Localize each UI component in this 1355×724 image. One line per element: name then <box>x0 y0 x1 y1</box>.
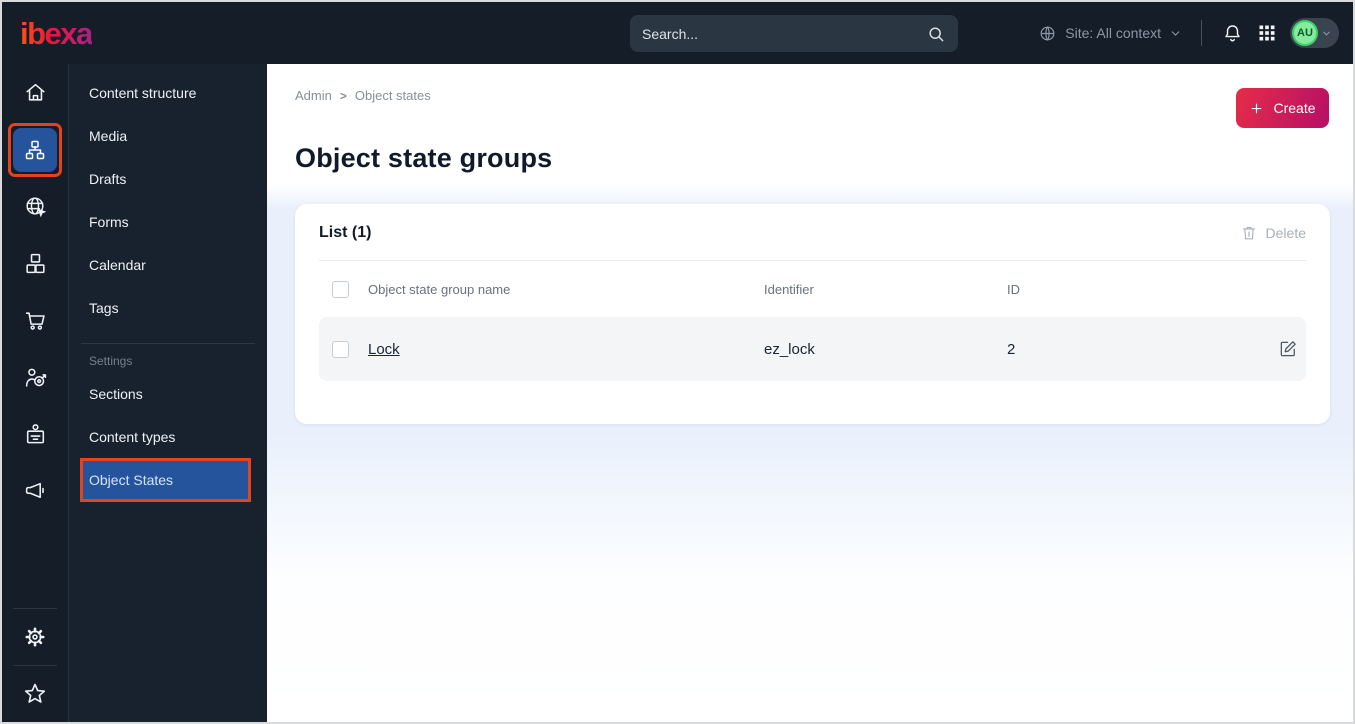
plus-icon <box>1249 101 1264 116</box>
breadcrumb: Admin > Object states <box>295 64 1330 103</box>
create-button-label: Create <box>1273 100 1316 116</box>
delete-button-label: Delete <box>1265 225 1306 241</box>
sidebar-item-bookmarks[interactable] <box>2 666 68 722</box>
breadcrumb-object-states[interactable]: Object states <box>355 88 431 103</box>
menu-item-forms[interactable]: Forms <box>69 200 267 243</box>
column-header-id: ID <box>1007 281 1020 297</box>
annotation-highlight-box <box>8 122 62 177</box>
app-window: ibexa Site: All context <box>0 0 1355 724</box>
topbar-right-cluster: Site: All context AU <box>1038 2 1339 64</box>
home-icon <box>23 80 48 105</box>
sidebar-item-settings[interactable] <box>2 609 68 665</box>
page-title: Object state groups <box>295 143 553 173</box>
chevron-down-icon <box>1169 27 1182 40</box>
settings-gear-icon <box>22 624 48 650</box>
top-bar: ibexa Site: All context <box>2 2 1353 64</box>
ibexa-logo[interactable]: ibexa <box>20 18 93 49</box>
sidebar-item-promotions[interactable] <box>2 463 68 520</box>
table-header-row: Object state group name Identifier ID <box>319 261 1306 317</box>
menu-item-drafts[interactable]: Drafts <box>69 157 267 200</box>
sidebar-item-members[interactable] <box>2 406 68 463</box>
list-title: List (1) <box>319 224 372 241</box>
sidebar-item-personalization[interactable] <box>2 349 68 406</box>
site-context-label: Site: All context <box>1065 25 1161 41</box>
object-state-groups-card: List (1) Delete Object state group name <box>295 204 1330 424</box>
edit-button[interactable] <box>1270 339 1306 359</box>
row-name-cell: Lock <box>354 341 764 358</box>
sidebar-item-home[interactable] <box>2 64 68 121</box>
search-icon[interactable] <box>926 24 946 44</box>
notifications-bell-icon[interactable] <box>1221 22 1244 45</box>
members-badge-icon <box>23 422 48 447</box>
card-header: List (1) Delete <box>319 224 1306 242</box>
site-tree-icon[interactable] <box>13 127 57 172</box>
menu-item-object-states[interactable]: Object States <box>83 461 248 499</box>
megaphone-icon <box>23 479 48 504</box>
delete-button[interactable]: Delete <box>1240 224 1306 242</box>
site-context-selector[interactable]: Site: All context <box>1038 24 1182 43</box>
sidebar-item-commerce[interactable] <box>2 292 68 349</box>
menu-section-divider <box>81 343 255 344</box>
globe-icon <box>1038 24 1057 43</box>
user-menu[interactable]: AU <box>1290 18 1339 48</box>
menu-item-content-structure[interactable]: Content structure <box>69 71 267 114</box>
table-row[interactable]: Lock ez_lock 2 <box>319 317 1306 381</box>
breadcrumb-admin[interactable]: Admin <box>295 88 332 103</box>
primary-nav-iconbar <box>2 64 69 722</box>
trash-icon <box>1240 224 1258 242</box>
row-name-link[interactable]: Lock <box>368 341 400 358</box>
star-icon <box>22 681 48 707</box>
search-input[interactable] <box>642 25 926 42</box>
avatar[interactable]: AU <box>1292 20 1318 46</box>
sidebar-item-search[interactable] <box>2 178 68 235</box>
column-header-identifier: Identifier <box>764 281 814 297</box>
annotation-highlight-box: Object States <box>80 458 251 502</box>
menu-item-content-types[interactable]: Content types <box>69 415 267 458</box>
menu-item-sections[interactable]: Sections <box>69 372 267 415</box>
create-button[interactable]: Create <box>1236 88 1329 128</box>
menu-item-calendar[interactable]: Calendar <box>69 243 267 286</box>
global-search-icon <box>23 194 48 219</box>
sidebar-item-content-structure[interactable] <box>2 121 68 178</box>
secondary-nav-menu: Content structure Media Drafts Forms Cal… <box>69 64 267 722</box>
row-checkbox[interactable] <box>332 340 349 358</box>
select-all-checkbox[interactable] <box>332 280 349 298</box>
sidebar-item-blocks[interactable] <box>2 235 68 292</box>
menu-item-media[interactable]: Media <box>69 114 267 157</box>
menu-item-tags[interactable]: Tags <box>69 286 267 329</box>
cart-icon <box>23 308 48 333</box>
column-header-name: Object state group name <box>368 281 511 297</box>
row-identifier-cell: ez_lock <box>764 340 815 358</box>
global-search[interactable] <box>630 15 958 52</box>
personalization-icon <box>23 365 48 390</box>
topbar-divider <box>1201 20 1202 46</box>
app-grid-icon[interactable] <box>1257 23 1277 43</box>
app-body: Content structure Media Drafts Forms Cal… <box>2 64 1353 722</box>
breadcrumb-separator: > <box>339 88 347 103</box>
row-id-cell: 2 <box>1007 340 1016 358</box>
menu-section-label: Settings <box>89 354 133 368</box>
main-content: Admin > Object states Create Object stat… <box>267 64 1353 722</box>
chevron-down-icon <box>1321 28 1332 39</box>
blocks-icon <box>23 251 48 276</box>
